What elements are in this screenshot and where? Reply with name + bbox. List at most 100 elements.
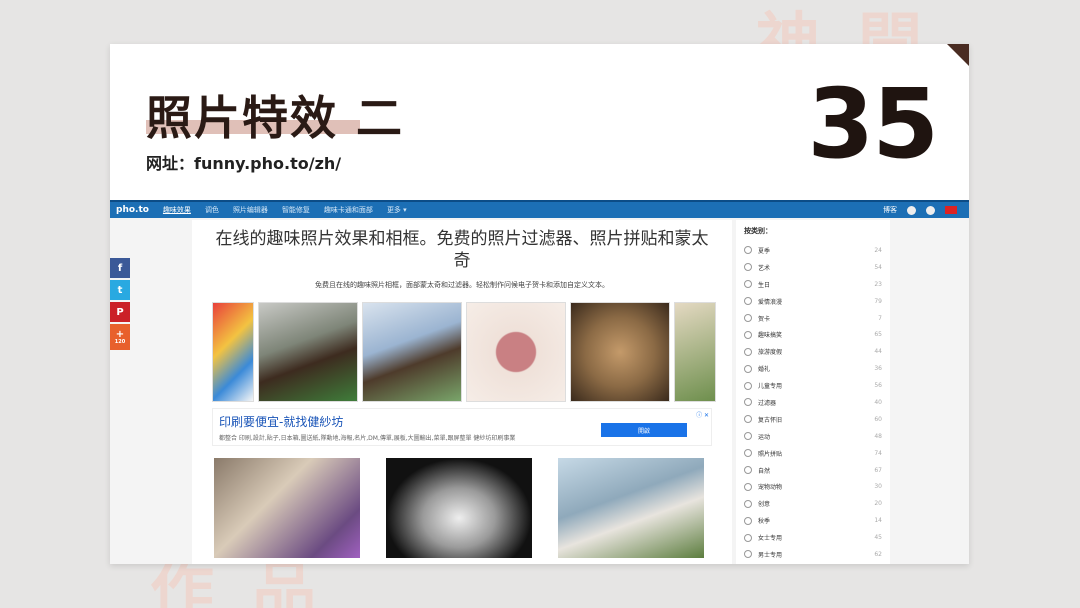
category-item[interactable]: 男士专用 62 [744, 546, 882, 563]
suitcase-icon [744, 347, 752, 356]
website-screenshot: pho.to 趣味效果 调色 照片编辑器 智能修复 趣味卡通和面部 更多 ▾ 博… [110, 200, 969, 564]
category-count: 60 [874, 415, 882, 423]
category-item[interactable]: 过滤器 40 [744, 394, 882, 411]
nav-item-editor[interactable]: 照片编辑器 [233, 205, 268, 215]
more-share-button[interactable]: + 120 [110, 324, 130, 350]
category-item[interactable]: 运动 48 [744, 428, 882, 445]
carousel-photo-clown[interactable] [212, 302, 254, 402]
category-label: 创意 [758, 501, 771, 509]
category-item[interactable]: 宠物动物 30 [744, 478, 882, 495]
child-icon [744, 381, 752, 390]
category-count: 14 [874, 517, 882, 525]
page-description: 免费且在线的趣味照片相框，面部蒙太奇和过滤器。轻松制作问候电子贺卡和添加自定义文… [315, 281, 609, 289]
category-label: 运动 [758, 433, 771, 441]
nav-item-color[interactable]: 调色 [205, 205, 219, 215]
carousel-photo-vintage[interactable] [570, 302, 670, 402]
category-item[interactable]: 儿童专用 56 [744, 377, 882, 394]
category-label: 过滤器 [758, 399, 777, 407]
category-label: 趣味搞笑 [758, 332, 783, 340]
effect-thumb-hands-face[interactable] [386, 458, 532, 558]
category-item[interactable]: 自然 67 [744, 462, 882, 479]
category-label: 男士专用 [758, 551, 783, 559]
category-label: 生日 [758, 281, 771, 289]
android-icon[interactable] [926, 205, 935, 215]
category-label: 秋季 [758, 518, 771, 526]
effect-thumb-keys-frame[interactable] [214, 458, 360, 558]
nav-item-more[interactable]: 更多 ▾ [387, 205, 407, 215]
category-item[interactable]: 复古怀旧 60 [744, 411, 882, 428]
share-count: 120 [114, 338, 126, 345]
nav-item-cartoon[interactable]: 趣味卡通和面部 [324, 205, 373, 215]
category-item[interactable]: 夏季 24 [744, 242, 882, 259]
effect-carousel [212, 302, 732, 402]
slide-card: 照片特效 二 网址：funny.pho.to/zh/ 35 pho.to 趣味效… [110, 44, 969, 564]
category-count: 20 [874, 500, 882, 508]
category-item[interactable]: 婚礼 36 [744, 360, 882, 377]
slide-number: 35 [807, 68, 939, 180]
carousel-photo-heart[interactable] [466, 302, 566, 402]
page-heading: 在线的趣味照片效果和相框。免费的照片过滤器、照片拼贴和蒙太奇 [215, 229, 709, 271]
nav-item-repair[interactable]: 智能修复 [282, 205, 310, 215]
category-item[interactable]: 女士专用 45 [744, 529, 882, 546]
ad-title[interactable]: 印刷要便宜-就找健紗坊 [219, 413, 343, 430]
category-item[interactable]: 生日 23 [744, 276, 882, 293]
category-item[interactable]: 趣味搞笑 65 [744, 326, 882, 343]
paw-icon [744, 482, 752, 491]
share-bar: f t P + 120 [110, 258, 130, 352]
carousel-photo-portrait[interactable] [258, 302, 358, 402]
plus-icon: + [115, 328, 125, 340]
ball-icon [744, 432, 752, 441]
mustache-icon [744, 550, 752, 559]
site-logo[interactable]: pho.to [116, 205, 149, 215]
category-item[interactable]: 贺卡 7 [744, 310, 882, 327]
facebook-share-button[interactable]: f [110, 258, 130, 278]
smile-icon [744, 330, 752, 339]
sidebar-title: 按类别： [744, 227, 772, 235]
leaf-icon [744, 516, 752, 525]
category-count: 62 [874, 550, 882, 558]
twitter-share-button[interactable]: t [110, 280, 130, 300]
ad-choices-icon[interactable]: ⓘ ✕ [696, 410, 709, 419]
slide-subtitle: 网址：funny.pho.to/zh/ [146, 154, 342, 173]
corner-decoration [947, 44, 969, 66]
category-item[interactable]: 照片拼贴 74 [744, 445, 882, 462]
title-block: 照片特效 二 [146, 82, 404, 148]
category-item[interactable]: 旅游度假 44 [744, 343, 882, 360]
filter-icon [744, 398, 752, 407]
category-label: 复古怀旧 [758, 416, 783, 424]
category-item[interactable]: 爱情浪漫 79 [744, 293, 882, 310]
carousel-photo-partial[interactable] [674, 302, 716, 402]
category-item[interactable]: 艺术 54 [744, 259, 882, 276]
category-label: 贺卡 [758, 315, 771, 323]
nav-blog-link[interactable]: 博客 [883, 205, 897, 215]
apple-icon[interactable] [907, 205, 916, 215]
brush-icon [744, 263, 752, 272]
category-count: 44 [874, 348, 882, 356]
category-count: 24 [874, 246, 882, 254]
film-icon [744, 415, 752, 424]
category-item[interactable]: 创意 20 [744, 495, 882, 512]
language-flag-icon[interactable] [945, 206, 957, 214]
carousel-photo-sketch[interactable] [362, 302, 462, 402]
effect-grid [214, 458, 732, 558]
category-count: 67 [874, 466, 882, 474]
ad-open-button[interactable]: 開啟 [601, 423, 687, 437]
category-item[interactable]: 秋季 14 [744, 512, 882, 529]
effect-thumb-sketch-hand[interactable] [558, 458, 704, 558]
category-count: 65 [874, 331, 882, 339]
category-label: 夏季 [758, 247, 771, 255]
pinterest-share-button[interactable]: P [110, 302, 130, 322]
card-icon [744, 314, 752, 322]
category-label: 儿童专用 [758, 383, 783, 391]
category-count: 56 [874, 382, 882, 390]
category-count: 54 [874, 263, 882, 271]
category-label: 爱情浪漫 [758, 298, 783, 306]
category-count: 23 [874, 280, 882, 288]
ad-banner[interactable]: ⓘ ✕ 印刷要便宜-就找健紗坊 都整合 印刷,設計,貼子,日本箱,圖送紙,隊動地… [212, 408, 712, 446]
nav-item-fun[interactable]: 趣味效果 [163, 205, 191, 215]
category-count: 74 [874, 449, 882, 457]
tree-icon [744, 466, 752, 475]
category-count: 48 [874, 432, 882, 440]
category-count: 36 [874, 365, 882, 373]
sun-icon [744, 246, 752, 255]
